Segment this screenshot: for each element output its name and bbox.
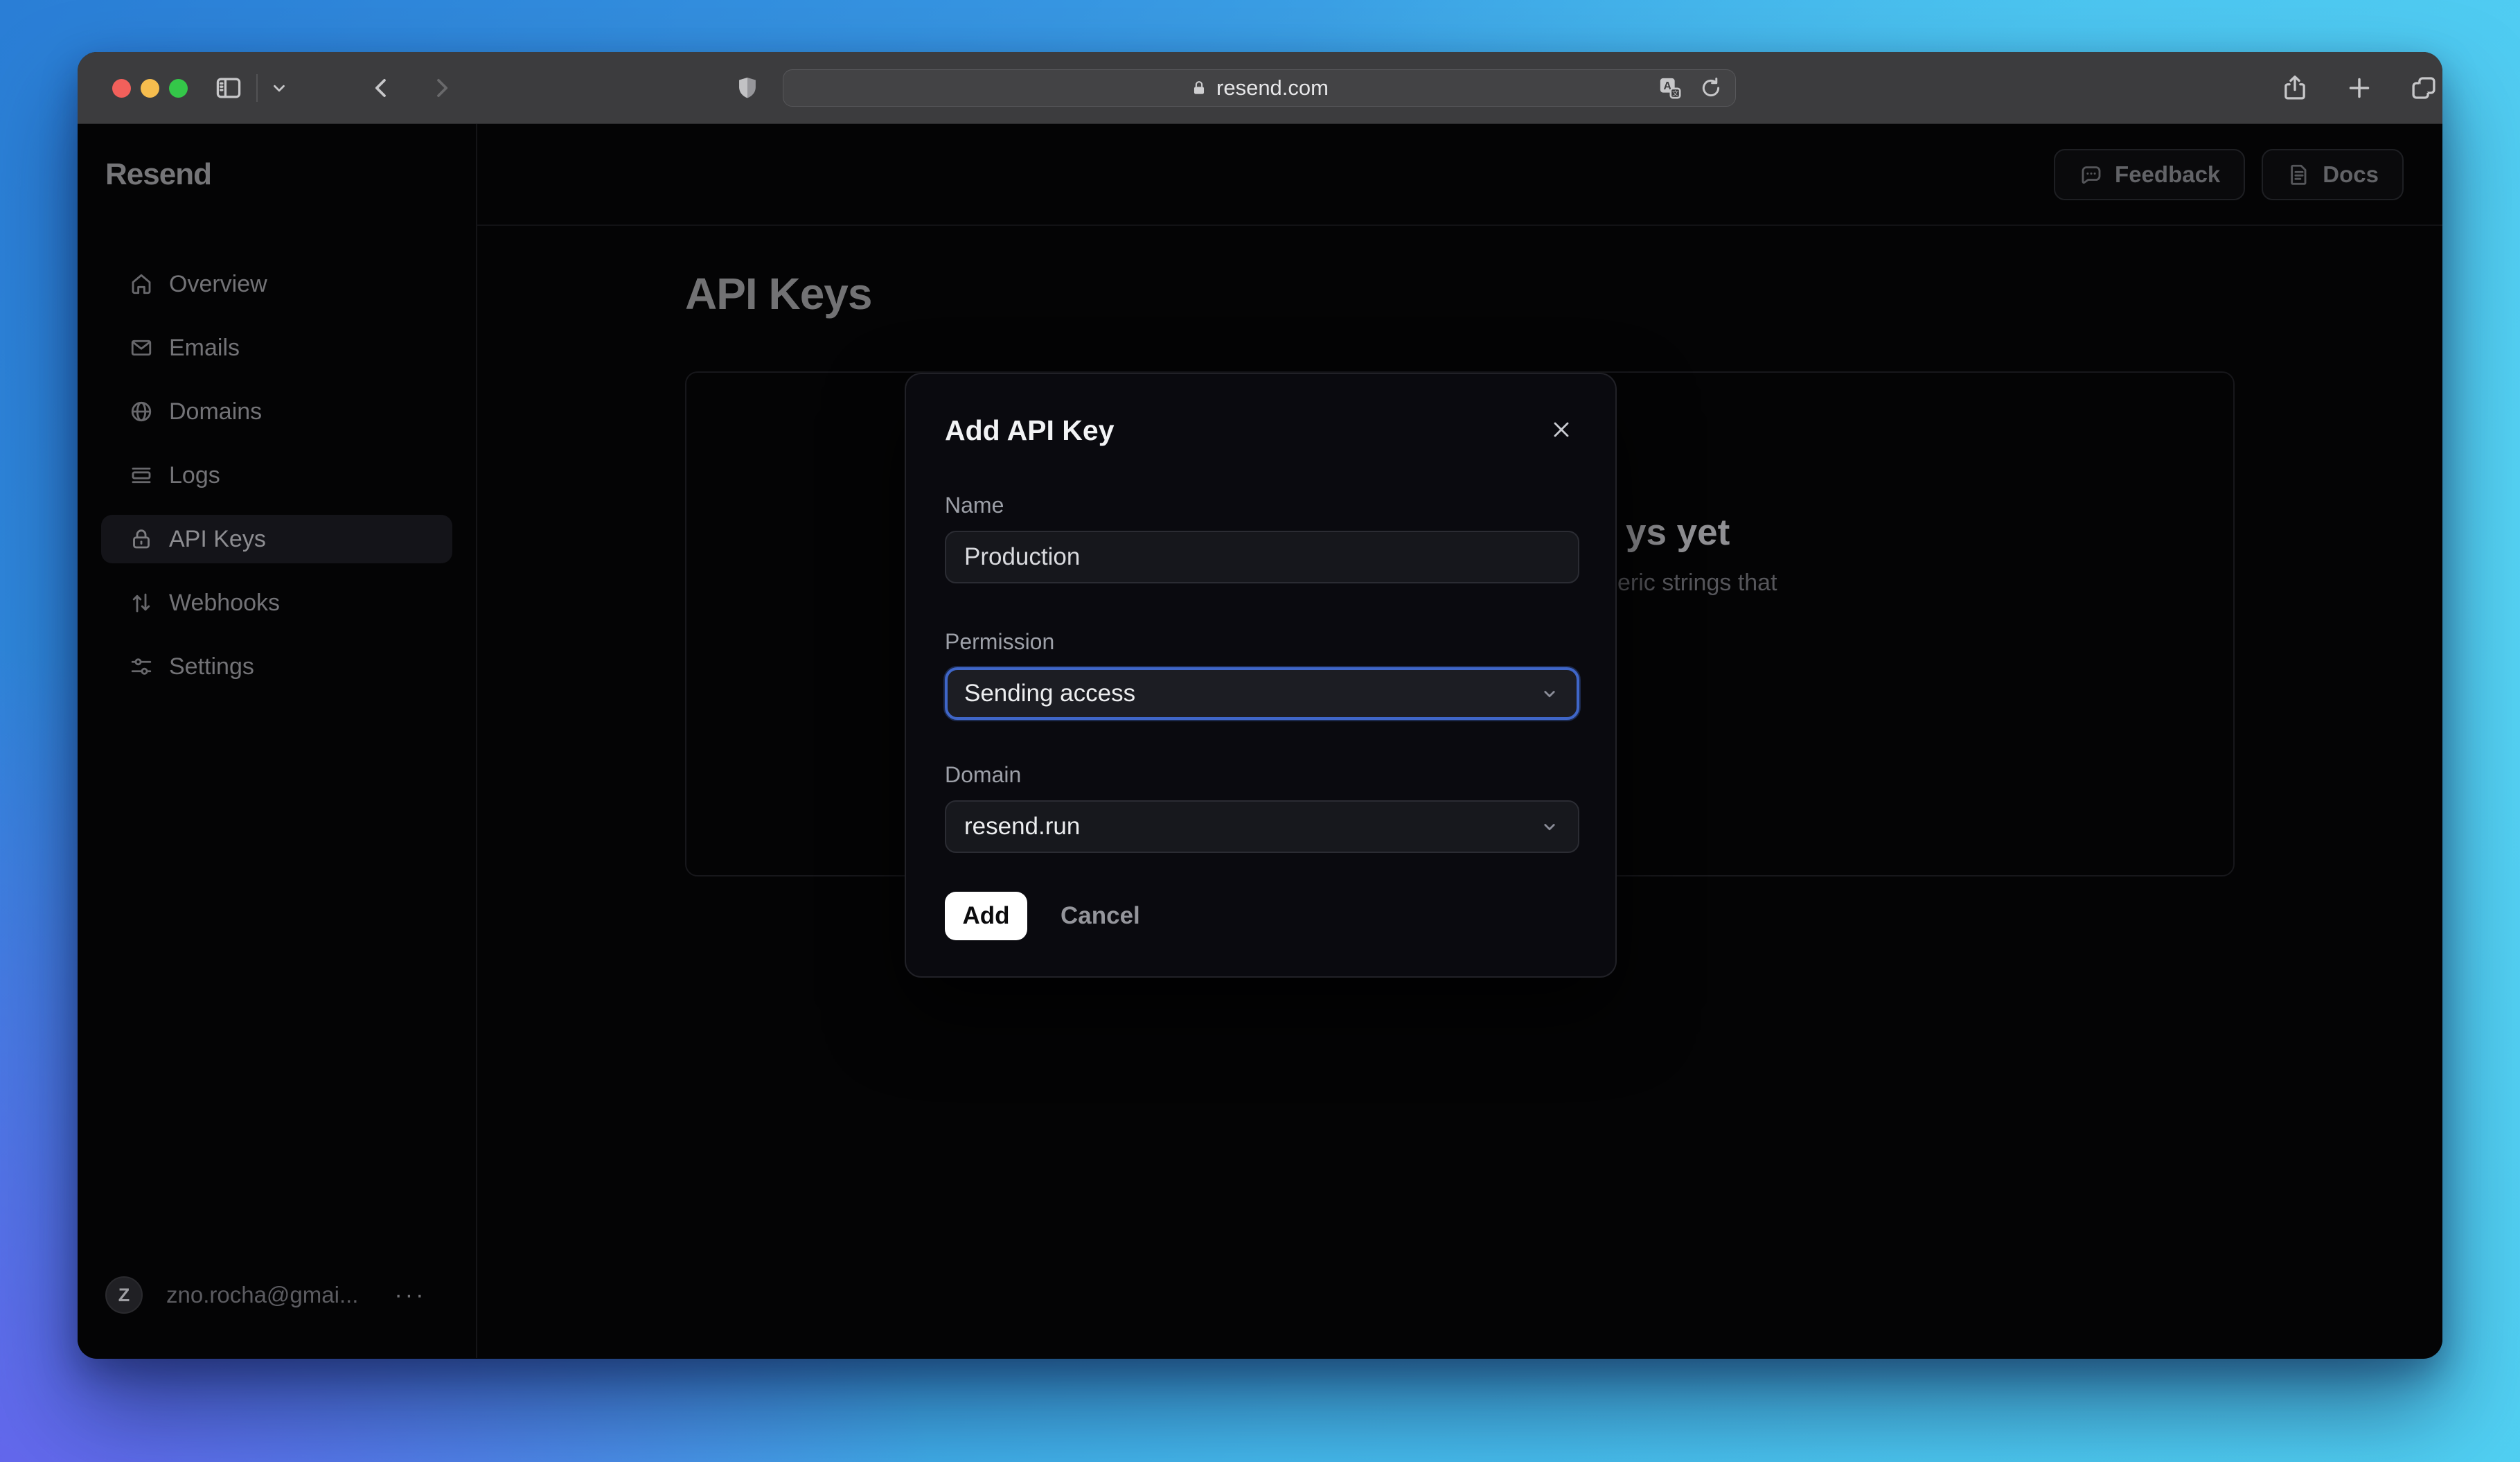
chat-bubble-icon xyxy=(2079,162,2104,187)
sidebar: Resend Overview Emails Domains Logs API … xyxy=(78,124,477,1358)
back-button-icon[interactable] xyxy=(369,75,395,101)
svg-text:文: 文 xyxy=(1672,89,1678,97)
globe-icon xyxy=(129,399,154,424)
privacy-shield-icon[interactable] xyxy=(734,75,761,101)
sidebar-dropdown-chevron-icon[interactable] xyxy=(270,79,288,97)
chevron-down-icon xyxy=(1539,816,1560,837)
sidebar-item-logs[interactable]: Logs xyxy=(101,451,452,500)
chevron-down-icon xyxy=(1539,683,1560,704)
sidebar-item-overview[interactable]: Overview xyxy=(101,260,452,308)
domain-select-value: resend.run xyxy=(964,813,1081,840)
minimize-window-button[interactable] xyxy=(141,78,159,98)
name-input[interactable] xyxy=(945,531,1579,583)
sliders-icon xyxy=(129,654,154,679)
avatar[interactable]: Z xyxy=(105,1276,143,1314)
arrows-up-down-icon xyxy=(129,590,154,615)
envelope-icon xyxy=(129,335,154,360)
name-label: Name xyxy=(945,493,1004,518)
empty-state-heading-fragment: ys yet xyxy=(1626,512,1730,553)
https-lock-icon xyxy=(1190,79,1208,97)
sidebar-item-label: Settings xyxy=(169,653,254,680)
close-icon[interactable] xyxy=(1546,414,1577,445)
add-button[interactable]: Add xyxy=(945,892,1027,940)
sidebar-item-settings[interactable]: Settings xyxy=(101,642,452,691)
share-icon[interactable] xyxy=(2280,73,2309,103)
tab-overview-icon[interactable] xyxy=(2409,73,2438,103)
browser-window: resend.com A文 Resend Overview Emails Dom… xyxy=(78,52,2442,1359)
sidebar-item-label: Emails xyxy=(169,334,240,361)
permission-select-value: Sending access xyxy=(964,680,1136,707)
user-email: zno.rocha@gmai... xyxy=(166,1282,359,1307)
domain-label: Domain xyxy=(945,762,1022,787)
traffic-lights xyxy=(112,52,188,124)
main-header: Feedback Docs xyxy=(477,124,2442,226)
user-menu[interactable]: Z zno.rocha@gmai... ··· xyxy=(101,1276,452,1314)
feedback-button-label: Feedback xyxy=(2115,161,2221,187)
lock-icon xyxy=(129,527,154,552)
logs-rows-icon xyxy=(129,463,154,488)
permission-label: Permission xyxy=(945,629,1055,654)
empty-state-description-fragment: eric strings that xyxy=(1617,570,1777,596)
sidebar-nav: Overview Emails Domains Logs API Keys We… xyxy=(101,260,452,691)
sidebar-item-label: API Keys xyxy=(169,525,266,552)
add-api-key-modal: Add API Key Name Permission Sending acce… xyxy=(905,373,1617,978)
cancel-button[interactable]: Cancel xyxy=(1061,902,1140,930)
resend-app: Resend Overview Emails Domains Logs API … xyxy=(78,124,2442,1358)
feedback-button[interactable]: Feedback xyxy=(2054,148,2246,200)
sidebar-item-domains[interactable]: Domains xyxy=(101,387,452,436)
sidebar-item-api-keys[interactable]: API Keys xyxy=(101,515,452,563)
docs-button-label: Docs xyxy=(2323,161,2379,187)
url-text: resend.com xyxy=(1216,76,1329,100)
new-tab-icon[interactable] xyxy=(2345,74,2373,102)
reload-icon[interactable] xyxy=(1699,76,1723,100)
docs-button[interactable]: Docs xyxy=(2262,148,2404,200)
document-icon xyxy=(2287,162,2312,187)
toolbar-divider xyxy=(256,74,258,102)
home-icon xyxy=(129,272,154,297)
modal-title: Add API Key xyxy=(945,414,1115,446)
sidebar-item-emails[interactable]: Emails xyxy=(101,324,452,372)
sidebar-item-label: Webhooks xyxy=(169,589,281,616)
resend-logo: Resend xyxy=(105,157,212,191)
page-title: API Keys xyxy=(685,269,872,319)
sidebar-item-webhooks[interactable]: Webhooks xyxy=(101,579,452,627)
sidebar-item-label: Domains xyxy=(169,398,263,425)
modal-actions: Add Cancel xyxy=(945,892,1577,940)
user-options-ellipsis-icon[interactable]: ··· xyxy=(394,1282,426,1309)
domain-select[interactable]: resend.run xyxy=(945,800,1579,853)
browser-toolbar: resend.com A文 xyxy=(78,52,2442,124)
sidebar-item-label: Logs xyxy=(169,461,220,488)
translate-icon[interactable]: A文 xyxy=(1656,74,1684,102)
url-bar[interactable]: resend.com A文 xyxy=(783,69,1736,107)
permission-select[interactable]: Sending access xyxy=(945,667,1579,720)
zoom-window-button[interactable] xyxy=(169,78,188,98)
forward-button-icon[interactable] xyxy=(428,75,454,101)
toggle-sidebar-icon[interactable] xyxy=(213,73,244,103)
close-window-button[interactable] xyxy=(112,78,131,98)
sidebar-item-label: Overview xyxy=(169,270,267,297)
